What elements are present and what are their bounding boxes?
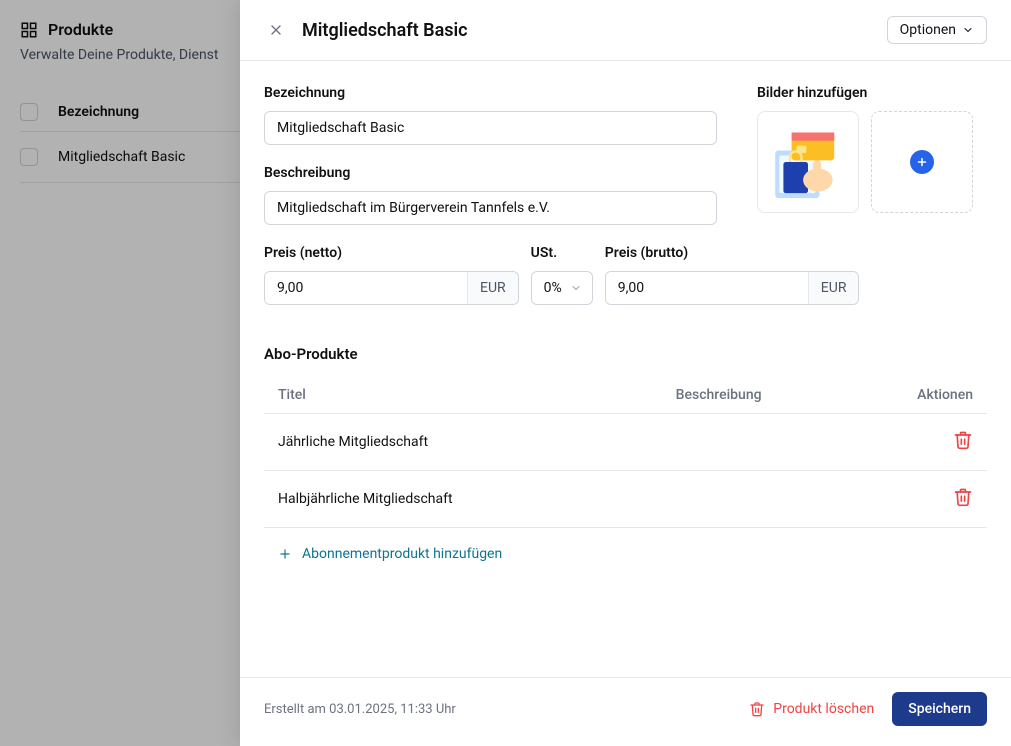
delete-product-label: Produkt löschen xyxy=(773,701,874,717)
drawer-footer: Erstellt am 03.01.2025, 11:33 Uhr Produk… xyxy=(240,677,1011,746)
desc-label: Beschreibung xyxy=(264,165,717,181)
add-abo-button[interactable]: Abonnementprodukt hinzufügen xyxy=(264,546,987,562)
close-icon xyxy=(268,22,284,38)
plus-icon xyxy=(278,547,292,561)
abo-delete-button[interactable] xyxy=(953,430,973,450)
abo-section: Abo-Produkte Titel Beschreibung Aktionen… xyxy=(264,345,987,562)
options-button[interactable]: Optionen xyxy=(887,16,987,44)
abo-row-desc xyxy=(662,414,879,471)
abo-row-title: Halbjährliche Mitgliedschaft xyxy=(264,471,662,528)
abo-row[interactable]: Halbjährliche Mitgliedschaft xyxy=(264,471,987,528)
price-net-input[interactable] xyxy=(265,272,467,304)
abo-col-desc: Beschreibung xyxy=(662,377,879,414)
plus-icon xyxy=(916,156,928,168)
trash-icon xyxy=(953,487,973,507)
price-net-label: Preis (netto) xyxy=(264,245,519,261)
product-drawer: Mitgliedschaft Basic Optionen Bezeichnun… xyxy=(240,0,1011,746)
images-label: Bilder hinzufügen xyxy=(757,85,987,101)
abo-row[interactable]: Jährliche Mitgliedschaft xyxy=(264,414,987,471)
drawer-header: Mitgliedschaft Basic Optionen xyxy=(240,0,1011,61)
abo-delete-button[interactable] xyxy=(953,487,973,507)
chevron-down-icon xyxy=(962,24,974,36)
name-label: Bezeichnung xyxy=(264,85,717,101)
abo-col-actions: Aktionen xyxy=(879,377,987,414)
close-button[interactable] xyxy=(264,18,288,42)
options-label: Optionen xyxy=(900,22,956,38)
abo-table: Titel Beschreibung Aktionen Jährliche Mi… xyxy=(264,377,987,528)
trash-icon xyxy=(749,701,765,717)
vat-value: 0% xyxy=(544,280,562,296)
drawer-body: Bezeichnung Beschreibung Preis (netto) E… xyxy=(240,61,1011,677)
add-image-button[interactable] xyxy=(871,111,973,213)
desc-input[interactable] xyxy=(264,191,717,225)
add-abo-label: Abonnementprodukt hinzufügen xyxy=(302,546,502,562)
vat-label: USt. xyxy=(531,245,593,261)
abo-row-desc xyxy=(662,471,879,528)
name-input[interactable] xyxy=(264,111,717,145)
drawer-title: Mitgliedschaft Basic xyxy=(302,20,468,41)
save-button[interactable]: Speichern xyxy=(892,692,987,726)
abo-section-title: Abo-Produkte xyxy=(264,345,987,363)
vat-select[interactable]: 0% xyxy=(531,271,593,305)
delete-product-button[interactable]: Produkt löschen xyxy=(749,701,874,717)
trash-icon xyxy=(953,430,973,450)
product-image-tile[interactable] xyxy=(757,111,859,213)
currency-suffix-net: EUR xyxy=(467,272,518,304)
created-timestamp: Erstellt am 03.01.2025, 11:33 Uhr xyxy=(264,702,456,717)
chevron-down-icon xyxy=(570,282,582,294)
abo-col-title: Titel xyxy=(264,377,662,414)
abo-row-title: Jährliche Mitgliedschaft xyxy=(264,414,662,471)
product-image-icon xyxy=(767,121,849,203)
